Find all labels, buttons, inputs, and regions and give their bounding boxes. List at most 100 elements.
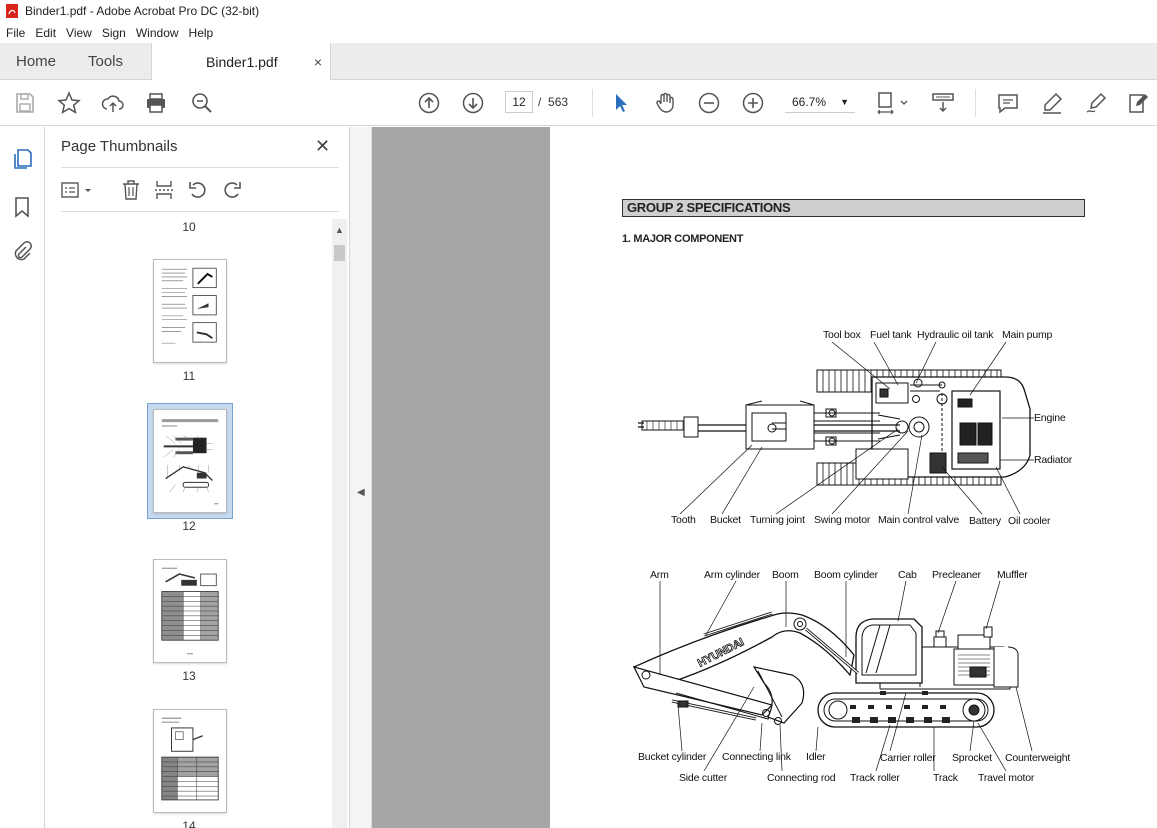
menu-file[interactable]: File [0,26,29,40]
zoom-in-icon[interactable] [741,91,765,115]
tab-tools[interactable]: Tools [88,43,123,80]
page-number-input[interactable]: 12 [505,91,533,113]
label-hydraulic-oil-tank: Hydraulic oil tank [917,329,994,341]
label-muffler: Muffler [997,569,1028,581]
zoom-level-value: 66.7% [792,95,827,109]
label-radiator: Radiator [1034,454,1073,466]
tab-document-label: Binder1.pdf [206,54,278,70]
rotate-clockwise-icon[interactable] [221,179,243,201]
label-tool-box: Tool box [823,329,861,341]
zoom-search-icon[interactable] [190,91,214,115]
panel-collapse-handle[interactable]: ◀ [350,127,372,828]
label-swing-motor: Swing motor [814,514,871,526]
insert-page-icon[interactable] [153,179,175,201]
upload-cloud-icon[interactable] [101,91,125,115]
scrollbar-thumb[interactable] [334,245,345,261]
sign-pen-icon[interactable] [1084,91,1108,115]
menu-bar: File Edit View Sign Window Help [0,22,1157,43]
thumbnail-page-12[interactable] [153,409,227,513]
collapse-arrow-icon[interactable]: ◀ [357,487,365,498]
menu-sign[interactable]: Sign [96,26,130,40]
page-thumbnails-icon[interactable] [10,147,34,171]
thumbnail-scrollbar[interactable]: ▲ [332,219,347,828]
tab-close-icon[interactable]: × [314,54,322,70]
thumbnail-page-11[interactable] [153,259,227,363]
zoom-out-icon[interactable] [697,91,721,115]
thumbnail-page-14[interactable] [153,709,227,813]
thumbnail-page-13[interactable] [153,559,227,663]
highlight-pen-icon[interactable] [1040,91,1064,115]
previous-page-icon[interactable] [417,91,441,115]
label-cab: Cab [898,569,917,581]
tab-document[interactable]: Binder1.pdf × [151,43,331,81]
thumbnail-panel: Page Thumbnails ✕ 10 11 12 13 14 ▲ [45,127,350,828]
page-separator: / [538,95,542,109]
bookmark-icon[interactable] [10,195,34,219]
label-track-roller: Track roller [850,772,900,784]
label-main-pump: Main pump [1002,329,1053,341]
thumbnail-label: 13 [182,669,196,683]
label-precleaner: Precleaner [932,569,981,581]
pdf-page: GROUP 2 SPECIFICATIONS 1. MAJOR COMPONEN… [550,127,1157,828]
label-carrier-roller: Carrier roller [880,752,936,764]
label-idler: Idler [806,751,826,763]
thumbnail-label: 14 [182,819,196,828]
tab-home[interactable]: Home [16,43,56,80]
label-battery: Battery [969,515,1001,527]
main-toolbar: 12 / 563 66.7% ▼ [0,80,1157,126]
label-arm: Arm [650,569,669,581]
label-main-control-valve: Main control valve [878,514,960,526]
left-rail [0,127,45,828]
star-icon[interactable] [57,91,81,115]
next-page-icon[interactable] [461,91,485,115]
edit-pdf-icon[interactable] [1127,91,1151,115]
page-fit-icon[interactable] [876,91,910,115]
label-bucket: Bucket [710,514,741,526]
thumbnail-list[interactable]: 10 11 12 13 14 [45,219,333,828]
label-connecting-link: Connecting link [722,751,791,763]
print-icon[interactable] [144,91,168,115]
label-arm-cylinder: Arm cylinder [704,569,760,581]
delete-trash-icon[interactable] [120,179,142,201]
label-engine: Engine [1034,412,1066,424]
attachment-icon[interactable] [10,240,34,264]
acrobat-logo-icon [6,4,18,18]
label-sprocket: Sprocket [952,752,992,764]
label-fuel-tank: Fuel tank [870,329,912,341]
toolbar-divider [592,89,593,117]
label-boom-cylinder: Boom cylinder [814,569,878,581]
chevron-down-icon: ▼ [840,97,849,107]
scroll-up-arrow-icon[interactable]: ▲ [335,225,344,235]
zoom-level-select[interactable]: 66.7% ▼ [785,91,855,113]
title-bar: Binder1.pdf - Adobe Acrobat Pro DC (32-b… [0,0,1157,22]
excavator-top-view [638,341,1034,515]
scroll-mode-icon[interactable] [931,91,955,115]
document-viewer[interactable]: GROUP 2 SPECIFICATIONS 1. MAJOR COMPONEN… [372,127,1157,828]
page-total-value: 563 [548,95,569,109]
toolbar-divider [975,89,976,117]
rotate-counterclockwise-icon[interactable] [187,179,209,201]
menu-help[interactable]: Help [183,26,218,40]
menu-window[interactable]: Window [130,26,183,40]
panel-divider [61,167,339,168]
label-counterweight: Counterweight [1005,752,1071,764]
label-connecting-rod: Connecting rod [767,772,836,784]
excavator-side-view: HYUNDAI [632,580,1033,772]
thumbnail-label: 12 [182,519,196,533]
close-icon[interactable]: ✕ [315,136,330,157]
thumbnail-label: 10 [182,220,196,234]
select-cursor-icon[interactable] [609,91,633,115]
hand-tool-icon[interactable] [653,91,677,115]
save-icon[interactable] [13,91,37,115]
label-side-cutter: Side cutter [679,772,727,784]
page-total: / 563 [538,95,568,109]
label-bucket-cylinder: Bucket cylinder [638,751,707,763]
panel-title: Page Thumbnails [61,138,178,155]
menu-edit[interactable]: Edit [29,26,60,40]
thumbnail-options-icon[interactable] [60,179,96,201]
comment-icon[interactable] [996,91,1020,115]
panel-divider [61,211,339,212]
menu-view[interactable]: View [60,26,96,40]
thumbnail-label: 11 [182,369,196,383]
label-travel-motor: Travel motor [978,772,1035,784]
